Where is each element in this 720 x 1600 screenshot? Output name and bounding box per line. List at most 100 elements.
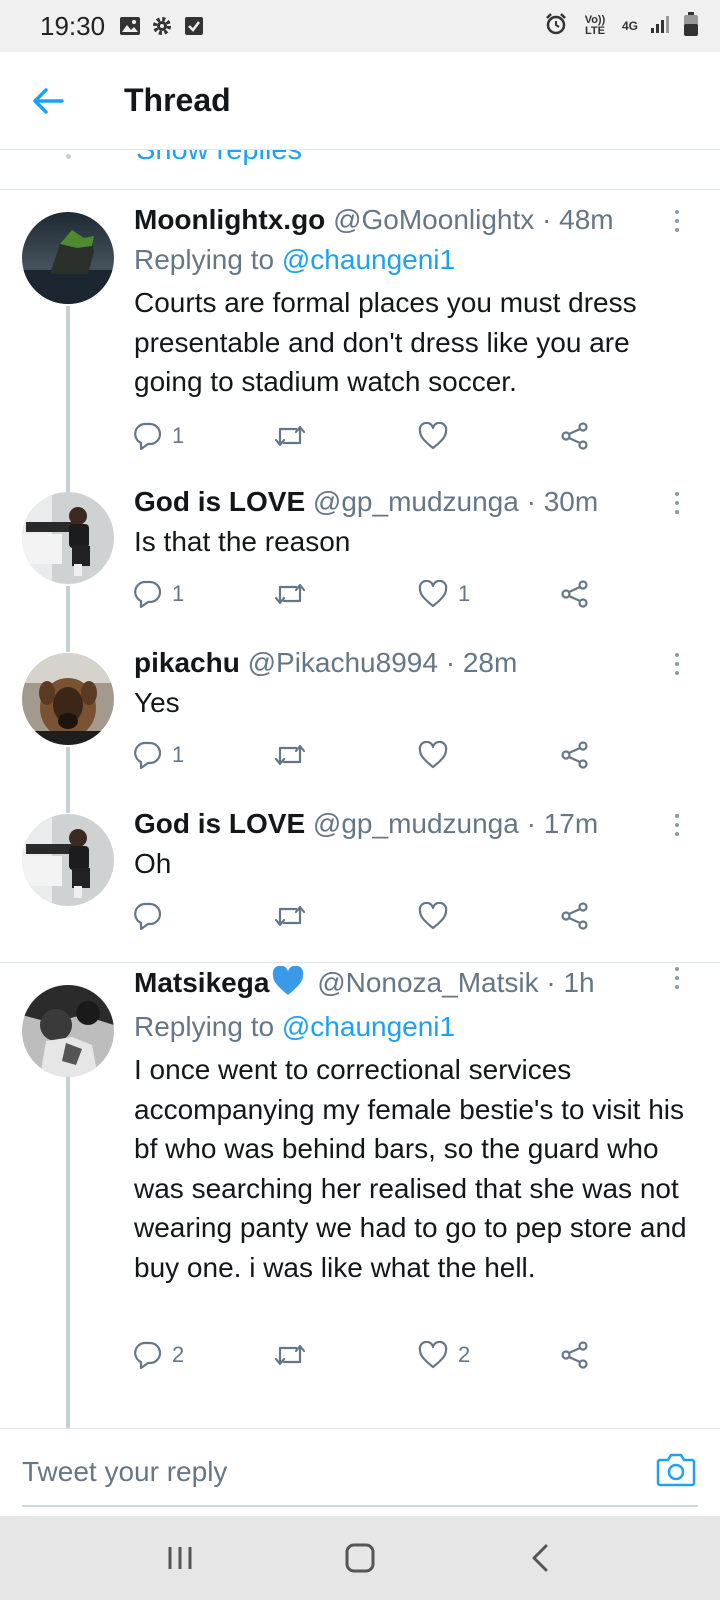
retweet-icon — [274, 905, 306, 927]
tweet-header: Moonlightx.go @GoMoonlightx · 48m — [134, 204, 614, 235]
like-count: 2 — [458, 1342, 471, 1367]
more-options-icon[interactable] — [672, 492, 682, 522]
show-replies-link[interactable]: Show replies — [136, 150, 302, 167]
home-button[interactable] — [335, 1533, 385, 1583]
retweet-button[interactable] — [274, 1335, 306, 1375]
mention-link[interactable]: @chaungeni1 — [282, 1011, 455, 1042]
checkbox-notification-icon — [183, 15, 205, 37]
reply-icon — [134, 580, 162, 608]
more-options-icon[interactable] — [672, 967, 682, 997]
thread-line — [66, 306, 70, 486]
reply-input[interactable] — [22, 1449, 622, 1495]
camera-icon — [656, 1453, 696, 1487]
thread-line — [66, 1067, 70, 1428]
heart-icon — [418, 1341, 448, 1369]
share-button[interactable] — [560, 896, 590, 936]
page-title: Thread — [124, 82, 231, 118]
mention-link[interactable]: @chaungeni1 — [282, 244, 455, 275]
thread-line — [66, 803, 70, 813]
tweet[interactable]: God is LOVE @gp_mudzunga · 17m Oh — [0, 803, 720, 962]
avatar[interactable] — [22, 985, 114, 1077]
more-options-icon[interactable] — [672, 814, 682, 844]
author-name[interactable]: Matsikega — [134, 967, 269, 998]
tweet-time: 1h — [563, 967, 595, 998]
reply-count: 2 — [172, 1342, 185, 1367]
retweet-button[interactable] — [274, 896, 306, 936]
tweet-actions: 1 — [132, 735, 692, 775]
chevron-left-icon — [532, 1544, 548, 1572]
share-button[interactable] — [560, 1335, 590, 1375]
heart-icon — [418, 580, 448, 608]
author-handle[interactable]: @Pikachu8994 — [248, 647, 438, 678]
system-back-button[interactable] — [515, 1533, 565, 1583]
status-time: 19:30 — [40, 10, 106, 41]
author-handle[interactable]: @gp_mudzunga — [313, 486, 519, 517]
reply-button[interactable]: 1 — [132, 416, 184, 456]
alarm-icon — [544, 12, 568, 41]
back-button[interactable] — [22, 75, 74, 127]
status-bar: 19:30 Vo)) LTE 4G — [0, 0, 720, 52]
tweet-text: Oh — [134, 848, 172, 879]
avatar[interactable] — [22, 814, 114, 906]
retweet-button[interactable] — [274, 574, 306, 614]
more-options-icon[interactable] — [672, 210, 682, 240]
author-handle[interactable]: @Nonoza_Matsik — [317, 967, 538, 998]
home-icon — [345, 1543, 375, 1573]
reply-button[interactable]: 1 — [132, 574, 184, 614]
share-button[interactable] — [560, 735, 590, 775]
tweet-time: 28m — [462, 647, 518, 678]
tweet-header: God is LOVE @gp_mudzunga · 17m — [134, 808, 599, 839]
reply-icon — [134, 1341, 162, 1369]
settings-gear-icon — [151, 15, 173, 37]
share-icon — [561, 902, 588, 930]
recent-apps-icon — [168, 1547, 192, 1569]
tweet-time: 48m — [559, 204, 614, 235]
system-navigation-bar — [0, 1516, 720, 1600]
avatar[interactable] — [22, 492, 114, 584]
avatar[interactable] — [22, 653, 114, 745]
reply-button[interactable]: 2 — [132, 1335, 184, 1375]
like-button[interactable] — [418, 896, 448, 936]
reply-button[interactable]: 1 — [132, 735, 184, 775]
show-replies-strip: Show replies — [0, 150, 720, 190]
author-name[interactable]: Moonlightx.go — [134, 204, 325, 235]
arrow-left-icon — [33, 87, 64, 114]
reply-icon — [134, 741, 162, 769]
thread-line — [66, 642, 70, 652]
avatar[interactable] — [22, 212, 114, 304]
recent-apps-button[interactable] — [155, 1533, 205, 1583]
share-icon — [561, 580, 588, 608]
like-button[interactable]: 1 — [418, 574, 470, 614]
tweet[interactable]: Moonlightx.go @GoMoonlightx · 48m Replyi… — [0, 190, 720, 486]
author-handle[interactable]: @GoMoonlightx — [333, 204, 534, 235]
author-handle[interactable]: @gp_mudzunga — [313, 808, 519, 839]
network-type-label: 4G — [621, 18, 638, 33]
author-name[interactable]: pikachu — [134, 647, 240, 678]
thread-line — [66, 747, 70, 803]
like-button[interactable] — [418, 735, 448, 775]
retweet-icon — [274, 1344, 306, 1366]
tweet[interactable]: God is LOVE @gp_mudzunga · 30m Is that t… — [0, 470, 720, 642]
thread-line — [66, 470, 70, 492]
tweet-actions: 1 1 — [132, 574, 692, 614]
author-name[interactable]: God is LOVE — [134, 486, 305, 517]
retweet-button[interactable] — [274, 735, 306, 775]
author-name[interactable]: God is LOVE — [134, 808, 305, 839]
tweet[interactable]: pikachu @Pikachu8994 · 28m Yes 1 — [0, 642, 720, 803]
reply-button[interactable] — [132, 896, 172, 936]
thread-line — [66, 586, 70, 642]
share-button[interactable] — [560, 574, 590, 614]
reply-count: 1 — [172, 423, 185, 448]
tweet-header: God is LOVE @gp_mudzunga · 30m — [134, 486, 599, 517]
like-button[interactable] — [418, 416, 448, 456]
retweet-button[interactable] — [274, 416, 306, 456]
tweet[interactable]: Matsikega @Nonoza_Matsik · 1h Replying t… — [0, 963, 720, 1428]
camera-button[interactable] — [656, 1451, 696, 1491]
reply-count: 1 — [172, 581, 185, 606]
like-count: 1 — [458, 581, 471, 606]
like-button[interactable]: 2 — [418, 1335, 470, 1375]
share-button[interactable] — [560, 416, 590, 456]
more-options-icon[interactable] — [672, 653, 682, 683]
gallery-icon — [119, 15, 141, 37]
thread-dot — [66, 154, 71, 159]
